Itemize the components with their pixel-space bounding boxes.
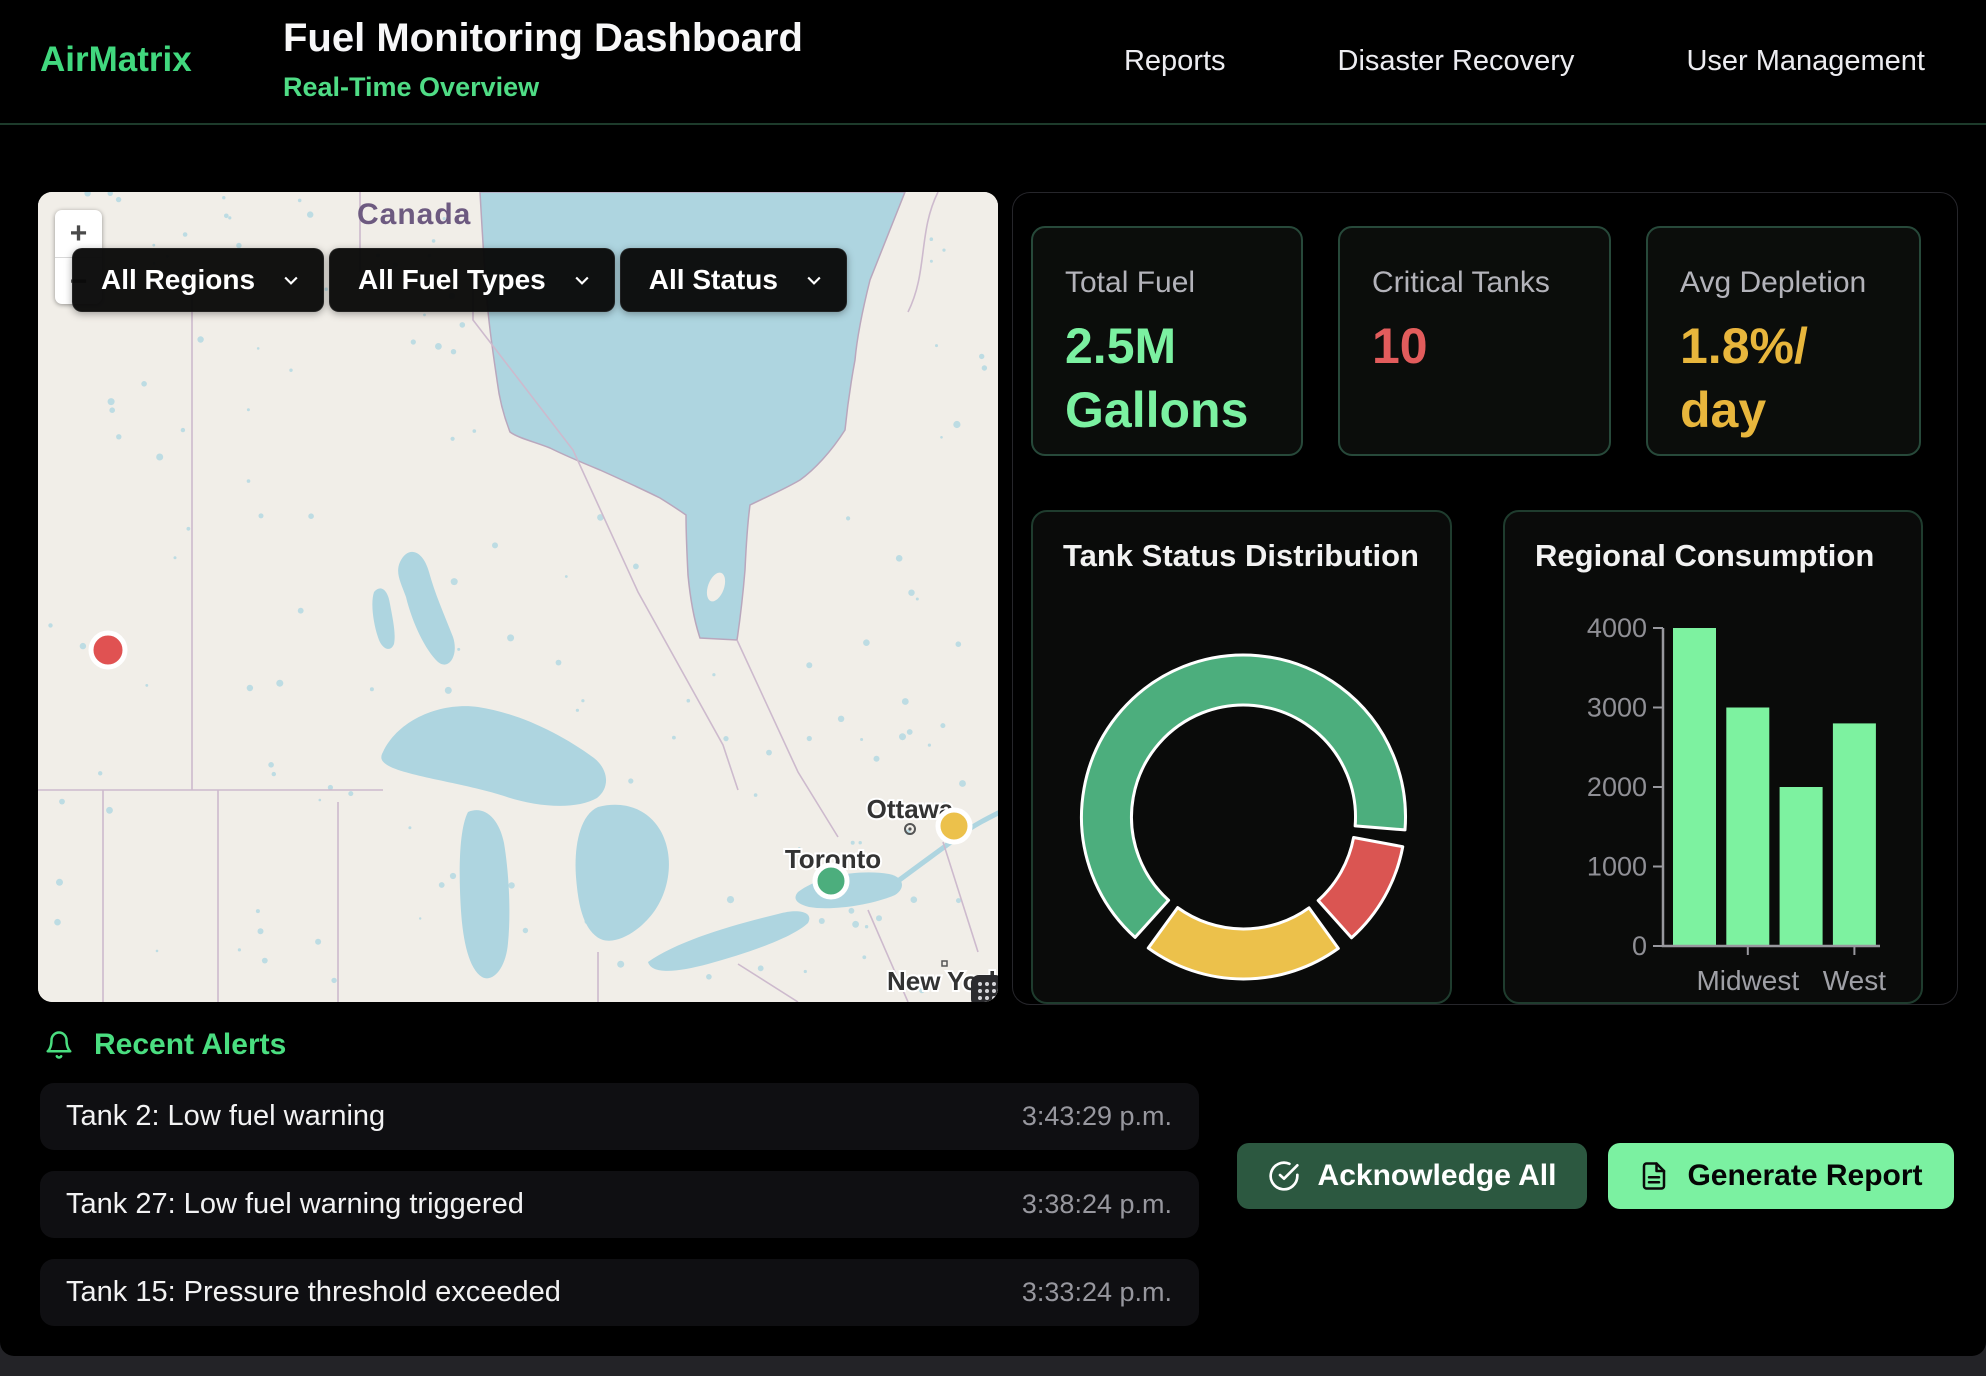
generate-report-label: Generate Report [1687,1159,1922,1193]
bar-1 [1726,708,1769,947]
tank-marker-critical[interactable] [91,633,125,667]
regional-consumption-chart-card: Regional Consumption 01000200030004000Mi… [1503,510,1923,1004]
alert-row[interactable]: Tank 15: Pressure threshold exceeded 3:3… [40,1259,1199,1326]
filter-fuel-types[interactable]: All Fuel Types [329,248,615,312]
stat-label: Critical Tanks [1372,266,1609,300]
stat-label: Total Fuel [1065,266,1301,300]
drag-handle-icon[interactable] [971,975,998,1002]
nav-user-management[interactable]: User Management [1686,45,1925,78]
filter-regions[interactable]: All Regions [72,248,324,312]
brand-logo[interactable]: AirMatrix [40,40,192,80]
alert-row[interactable]: Tank 2: Low fuel warning 3:43:29 p.m. [40,1083,1199,1150]
tank-status-chart-card: Tank Status Distribution [1031,510,1452,1004]
stat-value-critical-tanks: 10 [1372,314,1609,378]
chevron-down-icon [281,270,301,290]
filter-status[interactable]: All Status [620,248,847,312]
map-label-canada: Canada [357,198,471,231]
recent-alerts-title: Recent Alerts [94,1028,286,1062]
ottawa-town-dot-core [908,827,911,830]
filter-regions-value: All Regions [101,264,255,296]
alert-timestamp: 3:33:24 p.m. [1022,1277,1172,1308]
donut-segment-warning [1148,908,1338,979]
alert-text: Tank 15: Pressure threshold exceeded [66,1276,561,1309]
donut-segment-critical [1318,838,1403,938]
stat-card-avg-depletion: Avg Depletion 1.8%/day [1646,226,1921,456]
svg-text:0: 0 [1632,931,1647,961]
file-text-icon [1639,1161,1669,1191]
alert-timestamp: 3:38:24 p.m. [1022,1189,1172,1220]
nav-reports[interactable]: Reports [1124,45,1226,78]
svg-text:Midwest: Midwest [1696,965,1799,996]
svg-text:2000: 2000 [1587,772,1647,802]
alert-text: Tank 27: Low fuel warning triggered [66,1188,524,1221]
fuel-monitoring-dashboard: AirMatrix Fuel Monitoring Dashboard Real… [0,0,1986,1356]
svg-text:West: West [1823,965,1886,996]
alert-timestamp: 3:43:29 p.m. [1022,1101,1172,1132]
header: AirMatrix Fuel Monitoring Dashboard Real… [0,0,1986,125]
svg-text:4000: 4000 [1587,613,1647,643]
tank-marker-warning[interactable] [938,810,970,842]
map-canvas[interactable]: Canada Ottawa Toronto New York [38,192,998,1002]
alert-row[interactable]: Tank 27: Low fuel warning triggered 3:38… [40,1171,1199,1238]
page-title: Fuel Monitoring Dashboard [283,16,803,61]
map-filters: All Regions All Fuel Types All Status [72,248,847,312]
acknowledge-all-label: Acknowledge All [1318,1159,1557,1193]
regional-consumption-bar-chart: 0 1000 2000 3000 4000 Midwest West [1505,512,1925,1002]
bell-icon [44,1029,74,1061]
main-nav: Reports Disaster Recovery User Managemen… [1124,0,1925,123]
bar-2 [1780,787,1823,946]
filter-fuel-types-value: All Fuel Types [358,264,546,296]
acknowledge-all-button[interactable]: Acknowledge All [1237,1143,1587,1209]
stat-card-critical-tanks: Critical Tanks 10 [1338,226,1611,456]
svg-text:1000: 1000 [1587,852,1647,882]
recent-alerts-header: Recent Alerts [44,1028,286,1062]
bar-0 [1673,628,1716,946]
stat-value-total-fuel: 2.5MGallons [1065,314,1301,442]
nav-disaster-recovery[interactable]: Disaster Recovery [1338,45,1575,78]
filter-status-value: All Status [649,264,778,296]
check-circle-icon [1268,1160,1300,1192]
alert-text: Tank 2: Low fuel warning [66,1100,385,1133]
tank-status-donut-chart [1033,512,1454,1002]
svg-text:3000: 3000 [1587,693,1647,723]
page-subtitle: Real-Time Overview [283,72,539,103]
map-panel[interactable]: Canada Ottawa Toronto New York + − All R… [38,192,998,1002]
chevron-down-icon [572,270,592,290]
stat-label: Avg Depletion [1680,266,1919,300]
generate-report-button[interactable]: Generate Report [1608,1143,1954,1209]
bar-3 [1833,723,1876,946]
stat-card-total-fuel: Total Fuel 2.5MGallons [1031,226,1303,456]
tank-marker-normal[interactable] [815,865,847,897]
stat-value-avg-depletion: 1.8%/day [1680,314,1919,442]
chevron-down-icon [804,270,824,290]
metrics-panel: Total Fuel 2.5MGallons Critical Tanks 10… [1012,192,1958,1005]
